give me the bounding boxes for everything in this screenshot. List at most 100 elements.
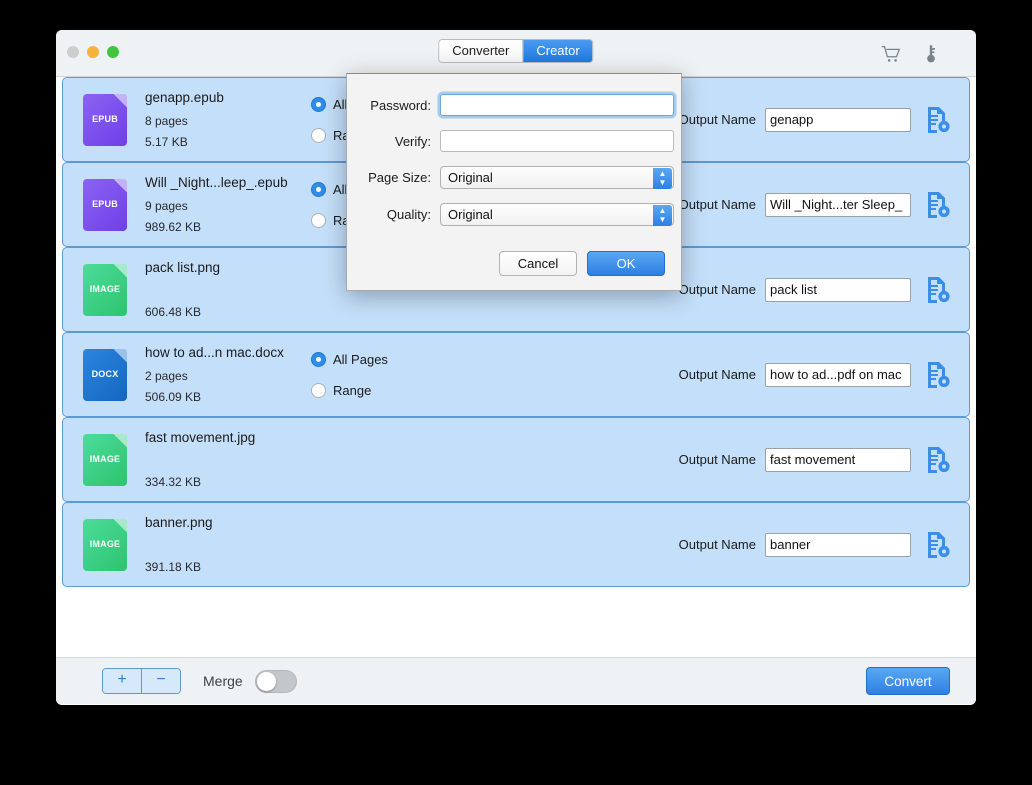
file-name: fast movement.jpg (145, 430, 256, 445)
titlebar-actions (880, 43, 942, 65)
document-settings-icon[interactable] (911, 106, 951, 134)
convert-button[interactable]: Convert (866, 667, 950, 695)
title-bar: Converter Creator (56, 30, 976, 77)
quality-select[interactable]: Original ▲ ▼ (440, 203, 674, 226)
file-meta: how to ad...n mac.docx 2 pages 506.09 KB (145, 345, 305, 404)
chevron-updown-icon[interactable]: ▲ ▼ (653, 205, 672, 226)
image-file-icon: IMAGE (83, 433, 127, 486)
radio-all-pages[interactable]: All Pages (311, 348, 431, 370)
file-pages (145, 539, 305, 553)
document-settings-icon[interactable] (911, 191, 951, 219)
quality-label: Quality: (386, 207, 431, 222)
output-name-area: Output Name (679, 276, 969, 304)
add-remove-control[interactable]: + − (102, 668, 181, 694)
page-range-options: All Pages Range (311, 344, 431, 405)
merge-toggle[interactable] (254, 669, 297, 693)
file-name: pack list.png (145, 260, 221, 275)
dialog-actions: Cancel OK (499, 251, 665, 276)
radio-range-indicator[interactable] (311, 382, 326, 398)
output-name-area: Output Name (679, 446, 969, 474)
output-name-input[interactable] (765, 107, 911, 132)
file-meta: genapp.epub 8 pages 5.17 KB (145, 90, 305, 149)
minimize-button[interactable] (87, 46, 99, 58)
radio-all-pages-indicator[interactable] (311, 181, 326, 197)
output-name-area: Output Name (679, 191, 969, 219)
output-name-input[interactable] (765, 447, 911, 472)
file-size: 391.18 KB (145, 560, 202, 574)
output-name-label: Output Name (678, 197, 756, 212)
close-button[interactable] (67, 46, 79, 58)
file-name: how to ad...n mac.docx (145, 345, 284, 360)
output-name-area: Output Name (679, 361, 969, 389)
output-name-area: Output Name (679, 531, 969, 559)
file-size: 606.48 KB (145, 305, 202, 319)
file-size: 5.17 KB (145, 135, 188, 149)
tab-creator[interactable]: Creator (522, 40, 593, 62)
file-size: 334.32 KB (145, 475, 202, 489)
verify-input[interactable] (440, 130, 674, 152)
file-pages (145, 454, 305, 468)
page-size-label: Page Size: (368, 170, 431, 185)
file-meta: fast movement.jpg 334.32 KB (145, 430, 305, 489)
document-settings-icon[interactable] (911, 531, 951, 559)
image-file-icon: IMAGE (83, 263, 127, 316)
tab-converter[interactable]: Converter (439, 40, 523, 62)
merge-label: Merge (203, 673, 243, 689)
file-name: Will _Night...leep_.epub (145, 175, 288, 190)
key-icon[interactable] (920, 43, 942, 65)
output-name-label: Output Name (678, 282, 756, 297)
image-file-icon: IMAGE (83, 518, 127, 571)
epub-file-icon: EPUB (83, 178, 127, 231)
radio-all-pages-label: All Pages (333, 351, 388, 367)
output-name-label: Output Name (678, 537, 756, 552)
output-name-label: Output Name (678, 452, 756, 467)
output-name-input[interactable] (765, 277, 911, 302)
security-settings-dialog: Password: Verify: Page Size: Original ▲ ▼… (346, 73, 682, 291)
docx-file-icon: DOCX (83, 348, 127, 401)
page-size-value: Original (448, 170, 493, 185)
file-size: 506.09 KB (145, 390, 202, 404)
ok-button[interactable]: OK (587, 251, 665, 276)
radio-range-indicator[interactable] (311, 212, 326, 228)
cancel-button[interactable]: Cancel (499, 251, 577, 276)
document-settings-icon[interactable] (911, 361, 951, 389)
radio-range-label: Range (333, 382, 372, 398)
radio-all-pages-indicator[interactable] (311, 96, 326, 112)
password-input[interactable] (440, 94, 674, 116)
radio-all-pages-indicator[interactable] (311, 351, 326, 367)
chevron-updown-icon[interactable]: ▲ ▼ (653, 168, 672, 189)
file-meta: pack list.png 606.48 KB (145, 260, 305, 319)
radio-range[interactable]: Range (311, 379, 431, 401)
output-name-input[interactable] (765, 532, 911, 557)
page-size-row: Page Size: Original ▲ ▼ (347, 166, 681, 189)
file-pages: 9 pages (145, 199, 188, 213)
add-file-button[interactable]: + (103, 669, 141, 693)
file-pages (145, 284, 305, 298)
output-name-input[interactable] (765, 192, 911, 217)
radio-range-indicator[interactable] (311, 127, 326, 143)
output-name-label: Output Name (678, 112, 756, 127)
table-row[interactable]: DOCX how to ad...n mac.docx 2 pages 506.… (62, 332, 970, 417)
page-size-select[interactable]: Original ▲ ▼ (440, 166, 674, 189)
cart-icon[interactable] (880, 43, 902, 65)
window-controls (67, 46, 119, 58)
document-settings-icon[interactable] (911, 446, 951, 474)
table-row[interactable]: IMAGE fast movement.jpg 334.32 KB Output… (62, 417, 970, 502)
file-meta: banner.png 391.18 KB (145, 515, 305, 574)
output-name-input[interactable] (765, 362, 911, 387)
application-window: Converter Creator EPUB genapp.epub 8 pag… (56, 30, 976, 705)
table-row[interactable]: IMAGE banner.png 391.18 KB Output Name (62, 502, 970, 587)
verify-label: Verify: (394, 133, 431, 149)
file-pages: 8 pages (145, 114, 188, 128)
remove-file-button[interactable]: − (141, 669, 180, 693)
maximize-button[interactable] (107, 46, 119, 58)
quality-value: Original (448, 207, 493, 222)
merge-toggle-knob (256, 671, 276, 691)
file-size: 989.62 KB (145, 220, 202, 234)
file-name: genapp.epub (145, 90, 224, 105)
quality-row: Quality: Original ▲ ▼ (347, 203, 681, 226)
document-settings-icon[interactable] (911, 276, 951, 304)
password-label: Password: (370, 97, 431, 113)
file-meta: Will _Night...leep_.epub 9 pages 989.62 … (145, 175, 305, 234)
mode-segmented-control[interactable]: Converter Creator (438, 39, 594, 63)
